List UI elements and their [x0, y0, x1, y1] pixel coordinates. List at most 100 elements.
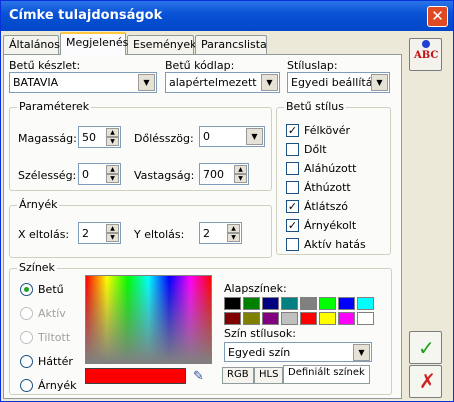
up-icon[interactable]: ▲: [227, 224, 240, 233]
fontstyle-checkbox[interactable]: ✓: [286, 219, 299, 232]
color-target-label: Betű: [38, 283, 64, 296]
color-swatch[interactable]: [262, 312, 279, 325]
fontstyle-checkbox[interactable]: [286, 143, 299, 156]
spellcheck-button[interactable]: ABC: [409, 38, 442, 71]
color-swatch[interactable]: [281, 312, 298, 325]
color-swatch[interactable]: [338, 297, 355, 310]
color-swatch[interactable]: [281, 297, 298, 310]
chevron-down-icon: ▼: [246, 128, 263, 145]
angle-label: Dőlésszög:: [134, 132, 194, 145]
checkmark-icon: ✓: [418, 336, 435, 360]
y-offset-label: Y eltolás:: [134, 228, 185, 241]
subtab-hls[interactable]: HLS: [254, 367, 284, 384]
close-icon: ✕: [431, 7, 444, 25]
x-offset-spinner[interactable]: 2 ▲ ▼: [78, 222, 121, 244]
color-swatch[interactable]: [300, 312, 317, 325]
codepage-select[interactable]: alapértelmezett ▼: [165, 72, 280, 93]
fontstyle-label: Aktív hatás: [304, 238, 366, 251]
color-target-radio[interactable]: [20, 379, 33, 392]
title-bar[interactable]: Címke tulajdonságok ✕: [1, 1, 453, 31]
height-spinner[interactable]: 50 ▲ ▼: [78, 126, 121, 148]
thickness-label: Vastagság:: [134, 169, 195, 182]
subtab-rgb[interactable]: RGB: [222, 367, 254, 384]
close-button[interactable]: ✕: [427, 6, 448, 27]
up-icon[interactable]: ▲: [106, 165, 119, 174]
fontstyle-label: Félkövér: [304, 124, 351, 137]
tab-appearance[interactable]: Megjelenés: [60, 32, 128, 55]
codepage-label: Betű kódlap:: [165, 59, 235, 72]
color-swatch[interactable]: [300, 297, 317, 310]
color-swatch[interactable]: [224, 297, 241, 310]
color-swatch[interactable]: [319, 312, 336, 325]
color-target-radio[interactable]: [20, 355, 33, 368]
params-group: Paraméterek Magasság: 50 ▲ ▼ Dőlésszög: 0 ▼…: [9, 100, 272, 191]
color-target-radio: [20, 307, 33, 320]
color-target-radio: [20, 331, 33, 344]
tab-commandlist[interactable]: Parancslista: [195, 35, 267, 54]
height-label: Magasság:: [18, 132, 77, 145]
tab-general[interactable]: Általános: [3, 35, 60, 54]
color-styles-label: Szín stílusok:: [224, 327, 296, 340]
color-target-radio[interactable]: [20, 283, 33, 296]
stylesheet-label: Stíluslap:: [287, 59, 338, 72]
fontstyle-label: Árnyékolt: [304, 219, 357, 232]
fontstyle-label: Aláhúzott: [304, 162, 357, 175]
font-label: Betű készlet:: [9, 59, 81, 72]
fontstyle-checkbox[interactable]: [286, 238, 299, 251]
dot-icon: [422, 40, 430, 48]
color-spectrum[interactable]: [85, 275, 212, 364]
font-select[interactable]: BATAVIA ▼: [9, 72, 157, 93]
appearance-panel: Betű készlet: BATAVIA ▼ Betű kódlap: alap…: [3, 54, 402, 399]
cross-icon: ✗: [419, 369, 436, 393]
abc-icon: ABC: [414, 50, 439, 61]
width-label: Szélesség:: [18, 169, 77, 182]
chevron-down-icon: ▼: [138, 74, 155, 91]
down-icon[interactable]: ▼: [227, 233, 240, 242]
window-title: Címke tulajdonságok: [9, 8, 163, 23]
fontstyle-checkbox[interactable]: ✓: [286, 200, 299, 213]
color-target-label: Aktív: [38, 307, 66, 320]
fontstyle-checkbox[interactable]: [286, 181, 299, 194]
tab-strip: Általános Megjelenés Események Parancsli…: [3, 32, 403, 55]
color-style-select[interactable]: Egyedi szín ▼: [224, 342, 372, 362]
cancel-button[interactable]: ✗: [409, 365, 442, 398]
ok-button[interactable]: ✓: [409, 331, 442, 364]
chevron-down-icon: ▼: [261, 74, 278, 91]
x-offset-label: X eltolás:: [18, 228, 70, 241]
color-swatch[interactable]: [357, 297, 374, 310]
width-spinner[interactable]: 0 ▲ ▼: [78, 163, 121, 185]
shadow-title: Árnyék: [17, 198, 60, 211]
up-icon[interactable]: ▲: [234, 165, 247, 174]
thickness-spinner[interactable]: 700 ▲ ▼: [199, 163, 249, 185]
up-icon[interactable]: ▲: [106, 224, 119, 233]
angle-select[interactable]: 0 ▼: [199, 126, 265, 147]
down-icon[interactable]: ▼: [106, 174, 119, 183]
fontstyle-label: Dőlt: [304, 143, 327, 156]
down-icon[interactable]: ▼: [106, 233, 119, 242]
color-swatch[interactable]: [338, 312, 355, 325]
color-swatch[interactable]: [243, 297, 260, 310]
color-target-label: Tiltott: [38, 331, 71, 344]
color-swatch[interactable]: [319, 297, 336, 310]
color-swatch[interactable]: [262, 297, 279, 310]
base-colors-label: Alapszínek:: [224, 282, 287, 295]
down-icon[interactable]: ▼: [106, 137, 119, 146]
tab-events[interactable]: Események: [127, 35, 197, 54]
fontstyle-group: Betű stílus ✓ Félkövér Dőlt Aláhúzott Áthúzo…: [276, 100, 391, 255]
eyedropper-icon[interactable]: ✎: [193, 369, 204, 384]
fontstyle-checkbox[interactable]: ✓: [286, 124, 299, 137]
fontstyle-checkbox[interactable]: [286, 162, 299, 175]
stylesheet-select[interactable]: Egyedi beállítás ▼: [287, 72, 390, 93]
y-offset-spinner[interactable]: 2 ▲ ▼: [199, 222, 242, 244]
subtab-defined-colors[interactable]: Definiált színek: [283, 365, 370, 384]
color-target-label: Háttér: [38, 355, 73, 368]
color-swatch[interactable]: [243, 312, 260, 325]
color-swatch[interactable]: [224, 312, 241, 325]
color-target-label: Árnyék: [38, 379, 77, 392]
down-icon[interactable]: ▼: [234, 174, 247, 183]
chevron-down-icon: ▼: [371, 74, 388, 91]
fontstyle-title: Betű stílus: [284, 100, 346, 113]
colors-title: Színek: [17, 261, 57, 274]
up-icon[interactable]: ▲: [106, 128, 119, 137]
color-swatch[interactable]: [357, 312, 374, 325]
